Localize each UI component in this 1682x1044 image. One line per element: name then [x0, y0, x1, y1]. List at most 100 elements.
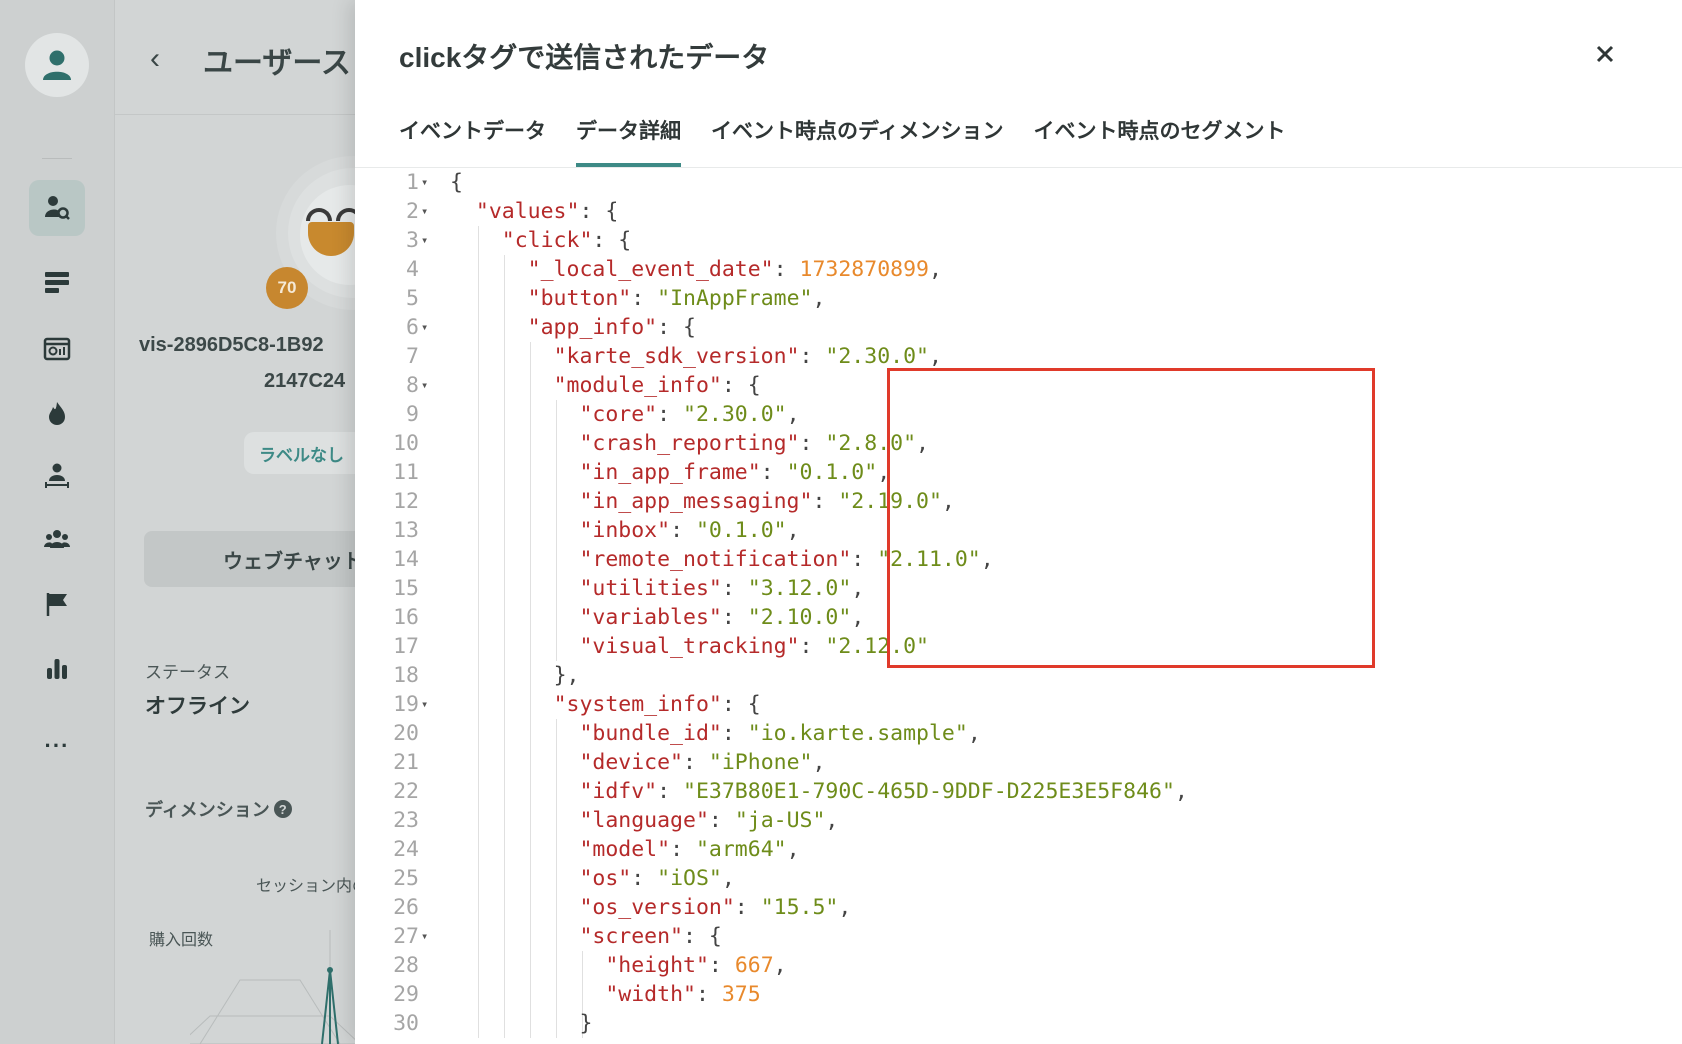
code-line: 18 },: [355, 661, 1655, 690]
code-line: 11 "in_app_frame": "0.1.0",: [355, 458, 1655, 487]
code-text: "module_info": {: [553, 373, 761, 398]
code-text: "values": {: [475, 199, 619, 224]
code-line: 28 "height": 667,: [355, 951, 1655, 980]
line-number: 29: [393, 982, 419, 1007]
code-line: 8 ▾ "module_info": {: [355, 371, 1655, 400]
line-number: 8: [406, 373, 419, 398]
code-line: 23 "language": "ja-US",: [355, 806, 1655, 835]
code-line: 2 ▾ "values": {: [355, 197, 1655, 226]
line-number: 19: [393, 692, 419, 717]
fold-arrow-icon[interactable]: ▾: [421, 168, 428, 197]
code-line: 20 "bundle_id": "io.karte.sample",: [355, 719, 1655, 748]
user-measure-icon: [45, 463, 69, 488]
dimension-label: ディメンション: [145, 800, 270, 820]
code-line: 10 "crash_reporting": "2.8.0",: [355, 429, 1655, 458]
code-line: 26 "os_version": "15.5",: [355, 893, 1655, 922]
nav-analytics[interactable]: [29, 640, 85, 696]
code-line: 19 ▾ "system_info": {: [355, 690, 1655, 719]
code-line: 7 "karte_sdk_version": "2.30.0",: [355, 342, 1655, 371]
nav-user-scale[interactable]: [29, 448, 85, 504]
visitor-id: vis-2896D5C8-1B92: [139, 334, 324, 356]
line-number: 23: [393, 808, 419, 833]
code-text: "karte_sdk_version": "2.30.0",: [553, 344, 942, 369]
code-text: "bundle_id": "io.karte.sample",: [579, 721, 981, 746]
line-number: 17: [393, 634, 419, 659]
fold-arrow-icon[interactable]: ▾: [421, 690, 428, 719]
nav-user-search[interactable]: [29, 180, 85, 236]
tab-data-detail[interactable]: データ詳細: [576, 112, 681, 168]
back-arrow-icon[interactable]: ‹: [150, 42, 160, 76]
code-line: 6 ▾ "app_info": {: [355, 313, 1655, 342]
code-line: 15 "utilities": "3.12.0",: [355, 574, 1655, 603]
code-text: "in_app_messaging": "2.19.0",: [579, 489, 955, 514]
json-code-editor[interactable]: 1 ▾{2 ▾ "values": {3 ▾ "click": {4 "_local_…: [355, 168, 1682, 1044]
code-text: "language": "ja-US",: [579, 808, 839, 833]
nav-dashboard[interactable]: [29, 321, 85, 377]
close-button[interactable]: [1587, 36, 1623, 72]
code-text: "idfv": "E37B80E1-790C-465D-9DDF-D225E3E…: [579, 779, 1188, 804]
nav-hot[interactable]: [29, 385, 85, 441]
code-text: "button": "InAppFrame",: [527, 286, 826, 311]
help-icon[interactable]: ?: [273, 800, 292, 818]
fold-arrow-icon[interactable]: ▾: [421, 226, 428, 255]
code-text: "inbox": "0.1.0",: [579, 518, 800, 543]
code-line: 17 "visual_tracking": "2.12.0": [355, 632, 1655, 661]
code-line: 30 }: [355, 1009, 1655, 1038]
webchat-button[interactable]: ウェブチャット: [144, 531, 374, 587]
line-number: 15: [393, 576, 419, 601]
flag-icon: [46, 593, 67, 616]
users-group-icon: [44, 530, 70, 548]
tab-event-dimensions[interactable]: イベント時点のディメンション: [711, 112, 1004, 168]
code-text: "width": 375: [605, 982, 761, 1007]
code-text: "screen": {: [579, 924, 722, 949]
user-avatar[interactable]: [25, 33, 89, 97]
fold-arrow-icon[interactable]: ▾: [421, 922, 428, 951]
line-number: 30: [393, 1011, 419, 1036]
code-text: "click": {: [501, 228, 632, 253]
tab-event-segments[interactable]: イベント時点のセグメント: [1034, 112, 1286, 168]
score-badge: 70: [266, 267, 308, 309]
label-chip[interactable]: ラベルなし: [244, 432, 364, 474]
user-icon: [43, 50, 71, 80]
code-text: "_local_event_date": 1732870899,: [527, 257, 942, 282]
code-line: 5 "button": "InAppFrame",: [355, 284, 1655, 313]
line-number: 26: [393, 895, 419, 920]
fold-arrow-icon[interactable]: ▾: [421, 313, 428, 342]
fold-arrow-icon[interactable]: ▾: [421, 371, 428, 400]
flame-icon: [49, 402, 65, 425]
code-text: "variables": "2.10.0",: [579, 605, 865, 630]
code-text: "height": 667,: [605, 953, 787, 978]
nav-list[interactable]: [29, 254, 85, 310]
line-number: 21: [393, 750, 419, 775]
modal-tabs: イベントデータ データ詳細 イベント時点のディメンション イベント時点のセグメン…: [399, 112, 1316, 168]
nav-campaign[interactable]: [29, 576, 85, 632]
code-line: 25 "os": "iOS",: [355, 864, 1655, 893]
nav-segments[interactable]: [29, 512, 85, 568]
code-text: "utilities": "3.12.0",: [579, 576, 865, 601]
code-line: 29 "width": 375: [355, 980, 1655, 1009]
modal-title: clickタグで送信されたデータ: [399, 42, 770, 73]
visitor-id-continued: 2147C24: [264, 370, 346, 392]
code-line: 22 "idfv": "E37B80E1-790C-465D-9DDF-D225…: [355, 777, 1655, 806]
line-number: 4: [406, 257, 419, 282]
code-text: "crash_reporting": "2.8.0",: [579, 431, 929, 456]
fold-arrow-icon[interactable]: ▾: [421, 197, 428, 226]
nav-divider: [42, 158, 72, 159]
line-number: 27: [393, 924, 419, 949]
tab-event-data[interactable]: イベントデータ: [399, 112, 546, 168]
line-number: 9: [406, 402, 419, 427]
line-number: 6: [406, 315, 419, 340]
code-text: },: [553, 663, 580, 688]
code-line: 9 "core": "2.30.0",: [355, 400, 1655, 429]
code-line: 16 "variables": "2.10.0",: [355, 603, 1655, 632]
event-detail-modal: clickタグで送信されたデータ イベントデータ データ詳細 イベント時点のディ…: [355, 0, 1682, 1044]
line-number: 22: [393, 779, 419, 804]
line-number: 11: [393, 460, 419, 485]
code-line: 27 ▾ "screen": {: [355, 922, 1655, 951]
nav-more[interactable]: ···: [29, 714, 85, 778]
status-value: オフライン: [145, 695, 250, 718]
left-nav: ···: [0, 0, 115, 1044]
line-number: 13: [393, 518, 419, 543]
code-line: 3 ▾ "click": {: [355, 226, 1655, 255]
code-text: "visual_tracking": "2.12.0": [579, 634, 929, 659]
